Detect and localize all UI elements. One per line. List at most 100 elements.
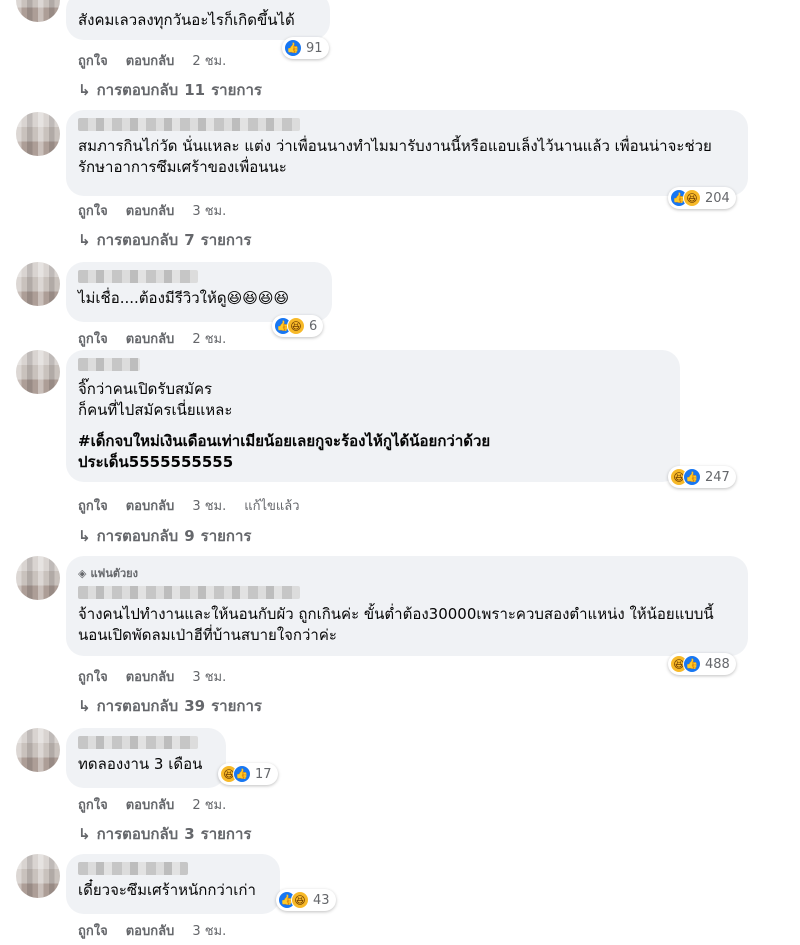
timestamp[interactable]: 3 ชม. <box>192 920 226 941</box>
edited-label[interactable]: แก้ไขแล้ว <box>244 495 299 516</box>
comment-actions: ถูกใจ ตอบกลับ 3 ชม. <box>78 666 226 687</box>
reaction-summary[interactable]: 👍 😆 6 <box>272 315 324 337</box>
like-button[interactable]: ถูกใจ <box>78 200 108 221</box>
reply-button[interactable]: ตอบกลับ <box>126 328 175 349</box>
view-replies-link[interactable]: ↳ การตอบกลับ 39 รายการ <box>78 694 262 718</box>
view-replies-link[interactable]: ↳ การตอบกลับ 9 รายการ <box>78 524 252 548</box>
timestamp[interactable]: 2 ชม. <box>192 50 226 71</box>
replies-suffix: รายการ <box>200 527 252 545</box>
avatar[interactable] <box>16 112 60 156</box>
timestamp[interactable]: 3 ชม. <box>192 666 226 687</box>
comment-hashtag-text[interactable]: #เด็กจบใหม่เงินเดือนเท่าเมียน้อยเลยกูจะร… <box>78 431 668 473</box>
like-reaction-icon: 👍 <box>683 468 701 486</box>
like-button[interactable]: ถูกใจ <box>78 495 108 516</box>
like-button[interactable]: ถูกใจ <box>78 920 108 941</box>
comment-actions: ถูกใจ ตอบกลับ 2 ชม. <box>78 50 226 71</box>
reaction-count: 247 <box>705 469 730 485</box>
reaction-summary[interactable]: 👍 😆 204 <box>668 187 736 209</box>
replies-count: 9 <box>184 527 195 545</box>
reaction-summary[interactable]: 😆 👍 247 <box>668 466 736 488</box>
reaction-summary[interactable]: 👍 91 <box>282 37 329 59</box>
comment-actions: ถูกใจ ตอบกลับ 3 ชม. แก้ไขแล้ว <box>78 495 300 516</box>
comment-bubble: สังคมเลวลงทุกวันอะไรก็เกิดขึ้นได้ <box>66 0 330 40</box>
author-name-blurred[interactable] <box>78 118 300 131</box>
replies-suffix: รายการ <box>200 231 252 249</box>
like-button[interactable]: ถูกใจ <box>78 666 108 687</box>
view-replies-link[interactable]: ↳ การตอบกลับ 7 รายการ <box>78 228 252 252</box>
comment-actions: ถูกใจ ตอบกลับ 2 ชม. <box>78 794 226 815</box>
avatar[interactable] <box>16 262 60 306</box>
comment-text: จ้างคนไปทำงานและให้นอนกับผัว ถูกเกินค่ะ … <box>78 605 714 644</box>
author-name-blurred[interactable] <box>78 270 198 283</box>
reply-button[interactable]: ตอบกลับ <box>126 666 175 687</box>
comment-text: เดี๋ยวจะซึมเศร้าหนักกว่าเก่า <box>78 881 256 899</box>
replies-prefix: การตอบกลับ <box>96 697 179 715</box>
haha-reaction-icon: 😆 <box>683 189 701 207</box>
reply-button[interactable]: ตอบกลับ <box>126 920 175 941</box>
reply-arrow-icon: ↳ <box>78 527 91 545</box>
comment-bubble: ◈ แฟนตัวยง จ้างคนไปทำงานและให้นอนกับผัว … <box>66 556 748 656</box>
replies-prefix: การตอบกลับ <box>96 527 179 545</box>
replies-count: 39 <box>184 697 206 715</box>
reply-button[interactable]: ตอบกลับ <box>126 50 175 71</box>
avatar[interactable] <box>16 556 60 600</box>
replies-count: 3 <box>184 825 195 843</box>
author-name-blurred[interactable] <box>78 358 140 371</box>
replies-prefix: การตอบกลับ <box>96 825 179 843</box>
avatar[interactable] <box>16 350 60 394</box>
reply-arrow-icon: ↳ <box>78 697 91 715</box>
comment-text: สมภารกินไก่วัด นั่นแหละ แต่ง ว่าเพื่อนนา… <box>78 137 712 176</box>
comment-text: สังคมเลวลงทุกวันอะไรก็เกิดขึ้นได้ <box>78 11 295 29</box>
timestamp[interactable]: 3 ชม. <box>192 495 226 516</box>
author-name-blurred[interactable] <box>78 586 300 599</box>
timestamp[interactable]: 3 ชม. <box>192 200 226 221</box>
haha-reaction-icon: 😆 <box>287 317 305 335</box>
comment-text: ทดลองงาน 3 เดือน <box>78 755 203 773</box>
author-name-blurred[interactable] <box>78 862 188 875</box>
reaction-count: 43 <box>313 892 330 908</box>
replies-suffix: รายการ <box>211 697 262 715</box>
comment-actions: ถูกใจ ตอบกลับ 3 ชม. <box>78 920 226 941</box>
reply-arrow-icon: ↳ <box>78 231 91 249</box>
reaction-count: 488 <box>705 656 730 672</box>
reaction-summary[interactable]: 👍 😆 43 <box>276 889 336 911</box>
author-name-blurred[interactable] <box>78 736 198 749</box>
replies-prefix: การตอบกลับ <box>96 81 179 99</box>
comment-actions: ถูกใจ ตอบกลับ 3 ชม. <box>78 200 226 221</box>
comment-bubble: จิ๊กว่าคนเปิดรับสมัคร ก็คนที่ไปสมัครเนี่… <box>66 350 680 482</box>
timestamp[interactable]: 2 ชม. <box>192 328 226 349</box>
avatar[interactable] <box>16 0 60 22</box>
view-replies-link[interactable]: ↳ การตอบกลับ 3 รายการ <box>78 822 252 846</box>
like-button[interactable]: ถูกใจ <box>78 328 108 349</box>
timestamp[interactable]: 2 ชม. <box>192 794 226 815</box>
top-fan-label: แฟนตัวยง <box>90 567 139 580</box>
reply-button[interactable]: ตอบกลับ <box>126 200 175 221</box>
like-reaction-icon: 👍 <box>233 765 251 783</box>
reaction-count: 91 <box>306 40 323 56</box>
comment-bubble: สมภารกินไก่วัด นั่นแหละ แต่ง ว่าเพื่อนนา… <box>66 110 748 196</box>
avatar[interactable] <box>16 728 60 772</box>
comment-bubble: เดี๋ยวจะซึมเศร้าหนักกว่าเก่า <box>66 854 280 914</box>
like-reaction-icon: 👍 <box>284 39 302 57</box>
comment-bubble: ทดลองงาน 3 เดือน <box>66 728 226 788</box>
reply-arrow-icon: ↳ <box>78 825 91 843</box>
comment-text: ไม่เชื่อ....ต้องมีรีวิวให้ดู😆😆😆😆 <box>78 289 290 307</box>
top-fan-badge[interactable]: ◈ แฟนตัวยง <box>78 564 736 582</box>
replies-count: 11 <box>184 81 206 99</box>
reply-arrow-icon: ↳ <box>78 81 91 99</box>
haha-reaction-icon: 😆 <box>291 891 309 909</box>
like-reaction-icon: 👍 <box>683 655 701 673</box>
like-button[interactable]: ถูกใจ <box>78 50 108 71</box>
comment-actions: ถูกใจ ตอบกลับ 2 ชม. <box>78 328 226 349</box>
view-replies-link[interactable]: ↳ การตอบกลับ 11 รายการ <box>78 78 262 102</box>
reaction-summary[interactable]: 😆 👍 488 <box>668 653 736 675</box>
reaction-count: 204 <box>705 190 730 206</box>
reaction-summary[interactable]: 😆 👍 17 <box>218 763 278 785</box>
avatar[interactable] <box>16 854 60 898</box>
reply-button[interactable]: ตอบกลับ <box>126 495 175 516</box>
replies-suffix: รายการ <box>200 825 252 843</box>
replies-suffix: รายการ <box>211 81 262 99</box>
like-button[interactable]: ถูกใจ <box>78 794 108 815</box>
diamond-icon: ◈ <box>78 566 87 580</box>
reply-button[interactable]: ตอบกลับ <box>126 794 175 815</box>
